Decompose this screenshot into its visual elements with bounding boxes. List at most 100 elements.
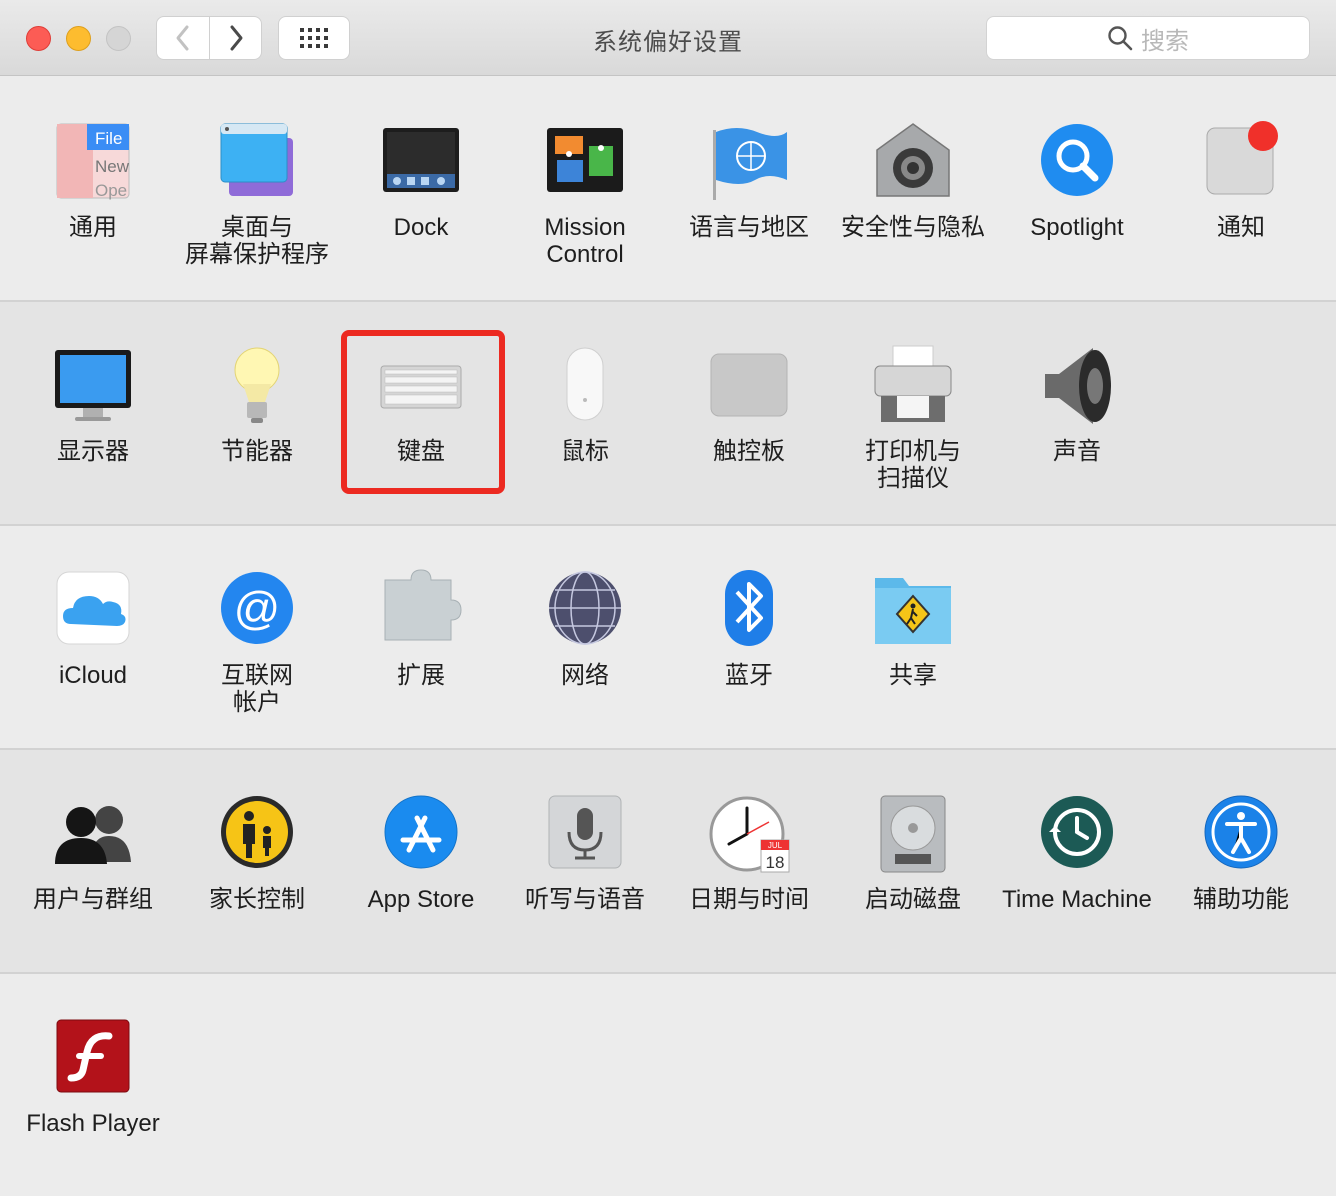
search-field[interactable]: 搜索 xyxy=(986,16,1310,60)
pref-language-region[interactable]: 语言与地区 xyxy=(667,120,831,241)
pref-sharing[interactable]: 共享 xyxy=(831,568,995,689)
pref-bluetooth[interactable]: 蓝牙 xyxy=(667,568,831,689)
pref-label: 桌面与 屏幕保护程序 xyxy=(185,214,329,268)
pref-security-privacy[interactable]: 安全性与隐私 xyxy=(831,120,995,241)
extensions-icon xyxy=(384,569,462,641)
pref-label: 通用 xyxy=(69,214,117,241)
accessibility-icon xyxy=(1204,795,1278,869)
pref-general[interactable]: File New Ope 通用 xyxy=(11,120,175,241)
pref-startup-disk[interactable]: 启动磁盘 xyxy=(831,792,995,913)
pref-label: Flash Player xyxy=(26,1110,160,1137)
pref-label: 语言与地区 xyxy=(689,214,809,241)
pref-label: Dock xyxy=(393,214,449,241)
notifications-icon xyxy=(1206,121,1278,195)
mission-control-icon xyxy=(547,128,623,192)
pref-label: 安全性与隐私 xyxy=(841,214,985,241)
pref-dock[interactable]: Dock xyxy=(339,120,503,241)
pref-label: 声音 xyxy=(1053,438,1101,465)
pref-label: 扩展 xyxy=(397,662,445,689)
desktop-screensaver-icon xyxy=(220,123,293,196)
system-preferences-window: 系统偏好设置 搜索 File New Ope 通用 桌面与 屏幕保护程序 Doc… xyxy=(0,0,1336,1196)
spotlight-icon xyxy=(1041,124,1113,196)
section-other xyxy=(0,974,1336,1196)
pref-label: 触控板 xyxy=(713,438,785,465)
pref-time-machine[interactable]: Time Machine xyxy=(995,792,1159,913)
startup-disk-icon xyxy=(880,795,946,873)
trackpad-icon xyxy=(710,353,788,417)
pref-network[interactable]: 网络 xyxy=(503,568,667,689)
dictation-speech-icon xyxy=(548,795,622,869)
displays-icon xyxy=(55,350,131,421)
pref-label: 节能器 xyxy=(221,438,293,465)
parental-controls-icon xyxy=(221,796,293,868)
flash-player-icon xyxy=(56,1019,130,1093)
pref-label: Mission Control xyxy=(544,214,626,268)
general-icon: File New Ope xyxy=(56,123,130,200)
security-privacy-icon xyxy=(876,123,950,197)
pref-label: 家长控制 xyxy=(209,886,305,913)
date-time-icon: JUL 18 xyxy=(709,796,790,873)
title-bar: 系统偏好设置 搜索 xyxy=(0,0,1336,76)
pref-spotlight[interactable]: Spotlight xyxy=(995,120,1159,241)
language-region-icon xyxy=(713,128,787,200)
pref-label: 启动磁盘 xyxy=(865,886,961,913)
pref-accessibility[interactable]: 辅助功能 xyxy=(1159,792,1323,913)
pref-label: 互联网 帐户 xyxy=(221,662,293,716)
pref-users-groups[interactable]: 用户与群组 xyxy=(11,792,175,913)
pref-label: 共享 xyxy=(889,662,937,689)
pref-label: 日期与时间 xyxy=(689,886,809,913)
calendar-month-text: JUL xyxy=(768,841,783,850)
pref-mission-control[interactable]: Mission Control xyxy=(503,120,667,268)
bluetooth-icon xyxy=(725,570,773,646)
pref-label: 蓝牙 xyxy=(725,662,773,689)
pref-internet-accounts[interactable]: @ 互联网 帐户 xyxy=(175,568,339,716)
pref-parental-controls[interactable]: 家长控制 xyxy=(175,792,339,913)
sharing-icon xyxy=(875,578,951,644)
network-icon xyxy=(549,571,621,645)
printers-scanners-icon xyxy=(874,345,952,422)
pref-label: 用户与群组 xyxy=(33,886,153,913)
pref-flash-player[interactable]: Flash Player xyxy=(11,1016,175,1137)
pref-date-time[interactable]: JUL 18 日期与时间 xyxy=(667,792,831,913)
general-icon-file-text: File xyxy=(95,129,122,148)
search-icon xyxy=(1108,26,1133,51)
calendar-day-text: 18 xyxy=(766,853,785,872)
internet-accounts-icon: @ xyxy=(221,572,293,644)
pref-app-store[interactable]: App Store xyxy=(339,792,503,913)
pref-icloud[interactable]: iCloud xyxy=(11,568,175,689)
pref-label: 通知 xyxy=(1217,214,1265,241)
icloud-icon xyxy=(56,571,130,645)
pref-notifications[interactable]: 通知 xyxy=(1159,120,1323,241)
svg-text:@: @ xyxy=(234,582,281,634)
pref-label: iCloud xyxy=(58,662,128,689)
pref-label: 听写与语音 xyxy=(525,886,645,913)
pref-label: App Store xyxy=(367,886,475,913)
pref-label: 鼠标 xyxy=(561,438,609,465)
pref-label: 辅助功能 xyxy=(1193,886,1289,913)
pref-label: 显示器 xyxy=(57,438,129,465)
pref-printers-scanners[interactable]: 打印机与 扫描仪 xyxy=(831,344,995,492)
general-icon-open-text: Ope xyxy=(95,181,127,200)
pref-energy-saver[interactable]: 节能器 xyxy=(175,344,339,465)
pref-trackpad[interactable]: 触控板 xyxy=(667,344,831,465)
time-machine-icon xyxy=(1041,796,1113,868)
pref-label: Spotlight xyxy=(1030,214,1124,241)
app-store-icon xyxy=(384,795,458,869)
mouse-icon xyxy=(566,347,604,421)
pref-label: 网络 xyxy=(561,662,609,689)
search-placeholder: 搜索 xyxy=(1141,27,1189,55)
pref-desktop-screensaver[interactable]: 桌面与 屏幕保护程序 xyxy=(175,120,339,268)
pref-label: Time Machine xyxy=(1002,886,1152,913)
general-icon-new-text: New xyxy=(95,157,130,176)
pref-sound[interactable]: 声音 xyxy=(995,344,1159,465)
pref-dictation-speech[interactable]: 听写与语音 xyxy=(503,792,667,913)
pref-displays[interactable]: 显示器 xyxy=(11,344,175,465)
pref-extensions[interactable]: 扩展 xyxy=(339,568,503,689)
pref-label: 打印机与 扫描仪 xyxy=(865,438,961,492)
pref-mouse[interactable]: 鼠标 xyxy=(503,344,667,465)
dock-icon xyxy=(383,128,459,192)
keyboard-highlight-box xyxy=(341,330,505,494)
users-groups-icon xyxy=(55,806,131,864)
sound-icon xyxy=(1045,348,1111,424)
energy-saver-icon xyxy=(234,347,280,423)
